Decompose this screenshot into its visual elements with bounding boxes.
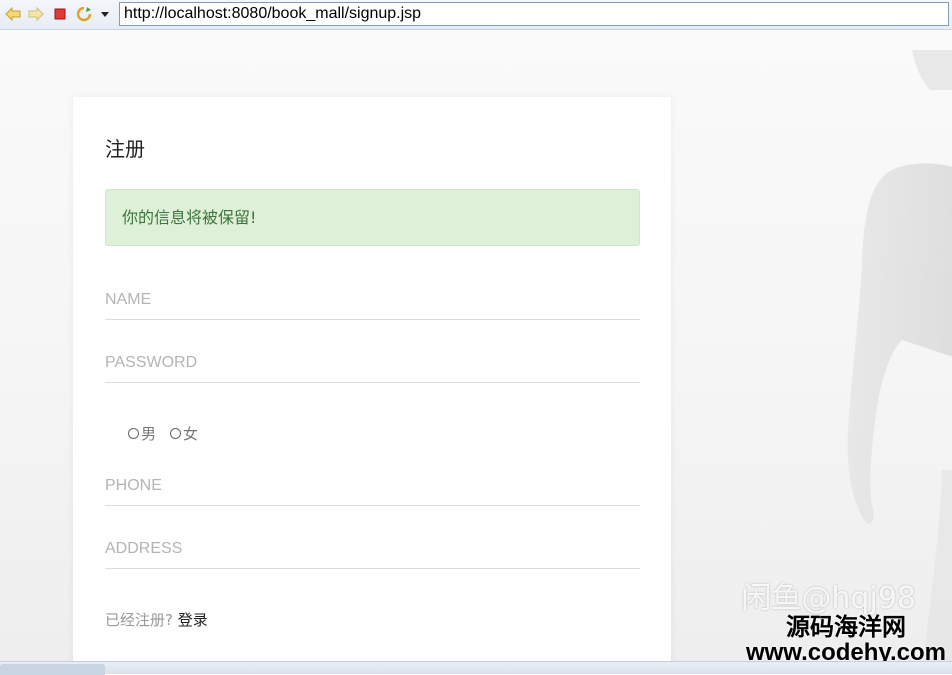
address-input[interactable] <box>105 529 640 569</box>
phone-input[interactable] <box>105 466 640 506</box>
background-runner-image <box>847 50 952 661</box>
address-bar[interactable]: http://localhost:8080/book_mall/signup.j… <box>119 2 949 26</box>
watermark-site-name: 源码海洋网 <box>786 613 906 641</box>
back-icon[interactable] <box>5 6 21 22</box>
info-alert: 你的信息将被保留! <box>105 189 640 246</box>
gender-female-option[interactable]: 女 <box>170 423 198 444</box>
password-input[interactable] <box>105 343 640 383</box>
stop-icon[interactable] <box>52 6 68 22</box>
watermark-site-url: www.codehy.com <box>745 639 946 662</box>
gender-male-option[interactable]: 男 <box>128 423 156 444</box>
dropdown-icon[interactable] <box>97 6 113 22</box>
status-tab <box>0 664 105 675</box>
name-input[interactable] <box>105 280 640 320</box>
gender-group: 男 女 <box>128 423 212 444</box>
gender-male-label: 男 <box>141 425 157 443</box>
radio-female[interactable] <box>170 428 182 439</box>
signup-card: 注册 你的信息将被保留! 男 女 已经注册? 登录 <box>73 97 671 661</box>
login-link[interactable]: 登录 <box>178 611 208 629</box>
status-bar <box>0 661 952 675</box>
refresh-icon[interactable] <box>76 6 92 22</box>
login-prompt: 已经注册? 登录 <box>105 609 208 630</box>
watermark: 闲鱼@hqj98 源码海洋网 www.codehy.com <box>741 584 946 662</box>
gender-female-label: 女 <box>183 425 199 443</box>
browser-toolbar: http://localhost:8080/book_mall/signup.j… <box>0 0 952 30</box>
forward-icon[interactable] <box>28 6 44 22</box>
page-title: 注册 <box>105 137 145 161</box>
watermark-faint-text: 闲鱼@hqj98 <box>741 581 916 616</box>
radio-male[interactable] <box>128 428 139 439</box>
page-content: 注册 你的信息将被保留! 男 女 已经注册? 登录 闲鱼@hqj98 源码海洋网… <box>0 30 952 661</box>
already-registered-text: 已经注册? <box>105 611 173 629</box>
